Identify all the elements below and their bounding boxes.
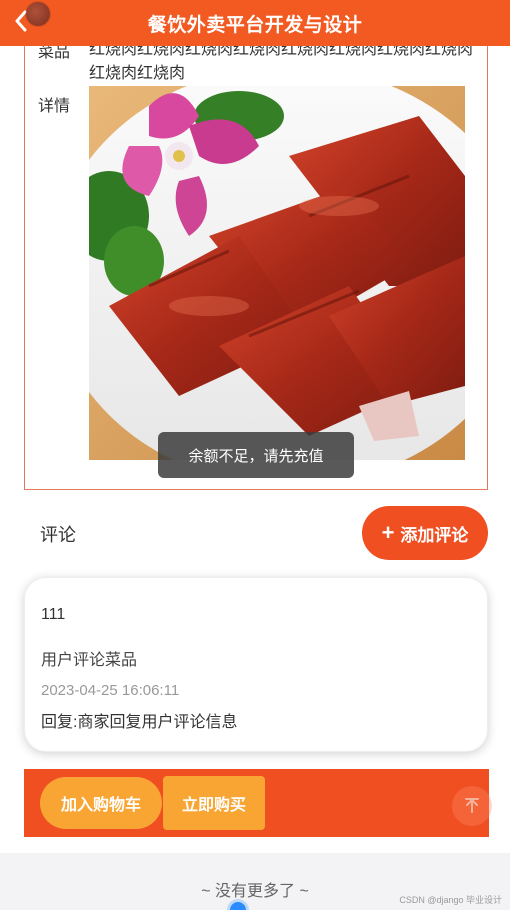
comment-time: 2023-04-25 16:06:11 — [41, 682, 180, 699]
plus-icon: + — [381, 520, 395, 545]
avatar — [26, 2, 50, 26]
purchase-action-bar: 加入购物车 立即购买 — [24, 769, 489, 837]
app-header: 餐饮外卖平台开发与设计 — [0, 0, 510, 46]
loading-indicator-icon — [230, 902, 246, 910]
comment-user: 111 — [41, 606, 66, 623]
page-title: 餐饮外卖平台开发与设计 — [147, 14, 363, 36]
dish-detail-label: 详情 — [38, 98, 71, 115]
dish-detail-page: 餐饮外卖平台开发与设计 菜品 红烧肉红烧肉红烧肉红烧肉红烧肉红烧肉红烧肉红烧肉红… — [0, 0, 510, 910]
watermark: CSDN @django 毕业设计 — [399, 895, 502, 905]
balance-toast: 余额不足，请先充值 — [158, 432, 354, 478]
add-comment-button[interactable]: + 添加评论 — [362, 506, 488, 560]
add-comment-label: 添加评论 — [400, 525, 469, 545]
add-to-cart-button[interactable]: 加入购物车 — [40, 777, 162, 829]
comment-section-label: 评论 — [40, 525, 76, 545]
buy-now-button[interactable]: 立即购买 — [163, 776, 265, 830]
dish-image — [89, 86, 465, 460]
comment-content: 用户评论菜品 — [41, 652, 138, 669]
comment-card: 111 用户评论菜品 2023-04-25 16:06:11 回复:商家回复用户… — [24, 577, 488, 752]
arrow-up-icon[interactable] — [452, 786, 492, 826]
dish-detail-box: 菜品 红烧肉红烧肉红烧肉红烧肉红烧肉红烧肉红烧肉红烧肉红烧肉红烧肉 详情 — [24, 30, 488, 490]
list-footer: ~ 没有更多了 ~ CSDN @django 毕业设计 — [0, 853, 510, 910]
comment-reply: 回复:商家回复用户评论信息 — [41, 714, 238, 731]
